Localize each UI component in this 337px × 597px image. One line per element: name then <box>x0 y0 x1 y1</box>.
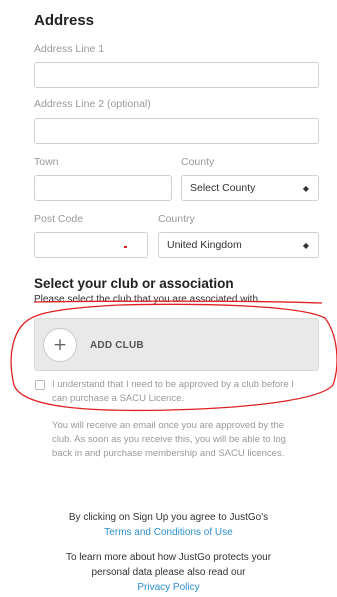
terms-intro: By clicking on Sign Up you agree to Just… <box>68 512 269 523</box>
privacy-link[interactable]: Privacy Policy <box>0 580 337 595</box>
privacy-intro-line1: To learn more about how JustGo protects … <box>65 552 272 563</box>
annotation-ellipse <box>10 303 337 412</box>
privacy-intro-line2: personal data please also read our <box>91 567 246 578</box>
strike-through-line <box>33 300 323 304</box>
terms-link[interactable]: Terms and Conditions of Use <box>0 525 337 540</box>
annotation-circle <box>10 300 337 412</box>
